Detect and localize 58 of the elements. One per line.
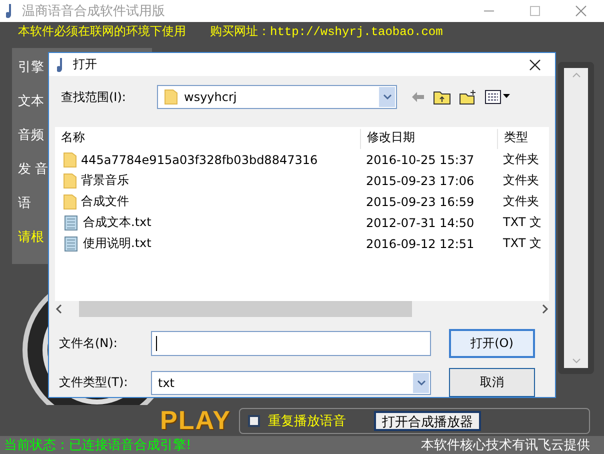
- column-header[interactable]: 名称: [55, 129, 360, 149]
- setting-label: 音频: [18, 127, 44, 144]
- modified-date: 2015-09-23 16:59: [365, 194, 476, 208]
- look-in-dropdown[interactable]: wsyyhcrj: [157, 85, 397, 109]
- file-type: 文件夹: [502, 193, 540, 210]
- file-type: 文件夹: [502, 172, 540, 189]
- status-text: 当前状态：已连接语音合成引擎!: [4, 437, 192, 454]
- file-name[interactable]: 445a7784e915a03f328fb03bd8847316: [81, 152, 318, 166]
- text-file-icon: [63, 214, 79, 230]
- modified-date: 2016-10-25 15:37: [365, 152, 476, 166]
- column-header[interactable]: 修改日期: [360, 129, 497, 149]
- modified-date: 2012-07-31 14:50: [365, 216, 476, 230]
- file-name[interactable]: 使用说明.txt: [83, 235, 152, 252]
- credit-text: 本软件核心技术有讯飞云提供: [421, 437, 590, 454]
- column-header[interactable]: 类型: [497, 129, 545, 149]
- repeat-checkbox[interactable]: [248, 414, 260, 426]
- file-name-label: 文件名(N):: [58, 335, 118, 352]
- scroll-left-icon[interactable]: [55, 304, 63, 314]
- modified-date: 2016-09-12 12:51: [365, 236, 476, 250]
- file-name[interactable]: 背景音乐: [81, 172, 129, 189]
- modified-date: 2015-09-23 17:06: [365, 174, 476, 188]
- play-logo: PLAY: [160, 405, 231, 436]
- setting-label: 发 音: [18, 161, 48, 178]
- checkbox-label: 重复播放语音: [268, 412, 346, 430]
- open-player-button[interactable]: 打开合成播放器: [374, 410, 481, 430]
- setting-label: 引擎: [18, 59, 44, 76]
- look-in-label: 查找范围(I):: [60, 88, 127, 106]
- scroll-right-icon[interactable]: [541, 304, 549, 314]
- hint-text: 请根: [18, 229, 44, 246]
- setting-label: 文本: [18, 93, 44, 110]
- scroll-down-icon[interactable]: [572, 358, 580, 364]
- file-type-dropdown[interactable]: txt: [151, 370, 431, 394]
- open-button[interactable]: 打开(O): [449, 329, 535, 358]
- scrollbar-thumb[interactable]: [79, 301, 412, 317]
- file-type: 文件夹: [502, 151, 540, 168]
- up-folder-icon[interactable]: [433, 89, 451, 105]
- dialog-title: 打开: [73, 56, 98, 73]
- cancel-button[interactable]: 取消: [449, 368, 535, 397]
- folder-icon: [63, 172, 77, 188]
- scroll-up-icon[interactable]: [572, 72, 580, 78]
- shop-link-text: 购买网址：http://wshyrj.taobao.com: [210, 24, 443, 40]
- folder-icon: [63, 194, 77, 210]
- text-file-icon: [63, 236, 79, 252]
- file-name[interactable]: 合成文件: [81, 193, 129, 210]
- file-name[interactable]: 合成文本.txt: [83, 214, 152, 231]
- window-title: 温商语音合成软件试用版: [22, 3, 166, 20]
- file-type: TXT 文: [502, 235, 542, 252]
- setting-label: 语: [18, 195, 31, 212]
- folder-icon: [63, 152, 77, 168]
- file-name-field[interactable]: [151, 331, 431, 356]
- back-arrow-icon[interactable]: [411, 91, 425, 103]
- file-type: TXT 文: [502, 214, 542, 231]
- folder-icon: [164, 89, 178, 105]
- notice-text: 本软件必须在联网的环境下使用: [18, 22, 186, 40]
- new-folder-icon[interactable]: [459, 89, 477, 105]
- file-type-label: 文件类型(T):: [58, 374, 129, 391]
- view-menu-icon[interactable]: [485, 90, 511, 104]
- text-area[interactable]: [558, 62, 594, 374]
